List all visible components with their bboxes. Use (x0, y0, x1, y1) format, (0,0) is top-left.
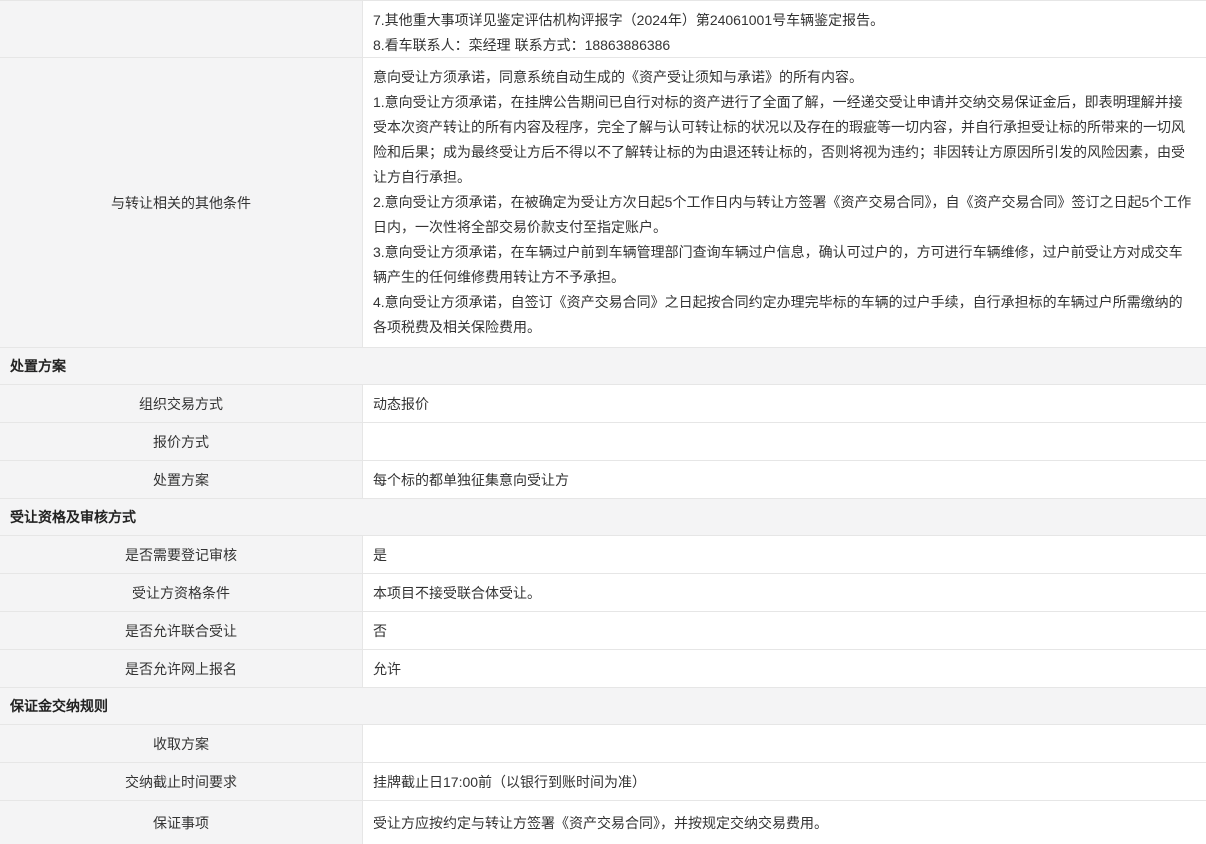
condition-paragraph: 1.意向受让方须承诺，在挂牌公告期间已自行对标的资产进行了全面了解，一经递交受让… (373, 90, 1196, 190)
note-line-7: 7.其他重大事项详见鉴定评估机构评报字（2024年）第24061001号车辆鉴定… (373, 8, 1196, 33)
row-label: 收取方案 (0, 725, 363, 762)
row-value: 动态报价 (363, 385, 1206, 422)
row-label: 组织交易方式 (0, 385, 363, 422)
section-header-disposal-plan: 处置方案 (0, 348, 1206, 385)
table-row-other-conditions: 与转让相关的其他条件 意向受让方须承诺，同意系统自动生成的《资产受让须知与承诺》… (0, 58, 1206, 348)
table-row: 交纳截止时间要求 挂牌截止日17:00前（以银行到账时间为准） (0, 763, 1206, 801)
row-value: 挂牌截止日17:00前（以银行到账时间为准） (363, 763, 1206, 800)
section-title: 保证金交纳规则 (10, 696, 108, 716)
row-value: 允许 (363, 650, 1206, 687)
row-value: 是 (363, 536, 1206, 573)
row-label: 是否需要登记审核 (0, 536, 363, 573)
row-value-notes: 7.其他重大事项详见鉴定评估机构评报字（2024年）第24061001号车辆鉴定… (363, 1, 1206, 57)
row-label: 受让方资格条件 (0, 574, 363, 611)
table-row: 是否允许网上报名 允许 (0, 650, 1206, 688)
row-value: 本项目不接受联合体受让。 (363, 574, 1206, 611)
table-row: 组织交易方式 动态报价 (0, 385, 1206, 423)
section-title: 处置方案 (10, 356, 66, 376)
table-row: 报价方式 (0, 423, 1206, 461)
row-value: 否 (363, 612, 1206, 649)
section-title: 受让资格及审核方式 (10, 507, 136, 527)
row-value-other-conditions: 意向受让方须承诺，同意系统自动生成的《资产受让须知与承诺》的所有内容。 1.意向… (363, 58, 1206, 347)
row-label: 交纳截止时间要求 (0, 763, 363, 800)
table-row: 收取方案 (0, 725, 1206, 763)
note-line-8: 8.看车联系人：栾经理 联系方式：18863886386 (373, 33, 1196, 58)
table-row-notes: 7.其他重大事项详见鉴定评估机构评报字（2024年）第24061001号车辆鉴定… (0, 1, 1206, 58)
row-label: 处置方案 (0, 461, 363, 498)
row-label: 是否允许网上报名 (0, 650, 363, 687)
condition-paragraph: 4.意向受让方须承诺，自签订《资产交易合同》之日起按合同约定办理完毕标的车辆的过… (373, 290, 1196, 340)
condition-paragraph: 意向受让方须承诺，同意系统自动生成的《资产受让须知与承诺》的所有内容。 (373, 65, 1196, 90)
condition-paragraph: 2.意向受让方须承诺，在被确定为受让方次日起5个工作日内与转让方签署《资产交易合… (373, 190, 1196, 240)
row-value (363, 725, 1206, 762)
row-label: 报价方式 (0, 423, 363, 460)
condition-paragraph: 3.意向受让方须承诺，在车辆过户前到车辆管理部门查询车辆过户信息，确认可过户的，… (373, 240, 1196, 290)
row-value: 受让方应按约定与转让方签署《资产交易合同》，并按规定交纳交易费用。 (363, 801, 1206, 844)
asset-transfer-detail-table: 7.其他重大事项详见鉴定评估机构评报字（2024年）第24061001号车辆鉴定… (0, 0, 1206, 844)
row-value (363, 423, 1206, 460)
section-header-qualification-review: 受让资格及审核方式 (0, 499, 1206, 536)
row-value: 每个标的都单独征集意向受让方 (363, 461, 1206, 498)
row-label: 与转让相关的其他条件 (0, 58, 363, 347)
table-row: 保证事项 受让方应按约定与转让方签署《资产交易合同》，并按规定交纳交易费用。 (0, 801, 1206, 844)
table-row: 受让方资格条件 本项目不接受联合体受让。 (0, 574, 1206, 612)
table-row: 是否允许联合受让 否 (0, 612, 1206, 650)
table-row: 处置方案 每个标的都单独征集意向受让方 (0, 461, 1206, 499)
section-header-deposit-rules: 保证金交纳规则 (0, 688, 1206, 725)
table-row: 是否需要登记审核 是 (0, 536, 1206, 574)
row-label: 保证事项 (0, 801, 363, 844)
row-label: 是否允许联合受让 (0, 612, 363, 649)
row-label-empty (0, 1, 363, 57)
